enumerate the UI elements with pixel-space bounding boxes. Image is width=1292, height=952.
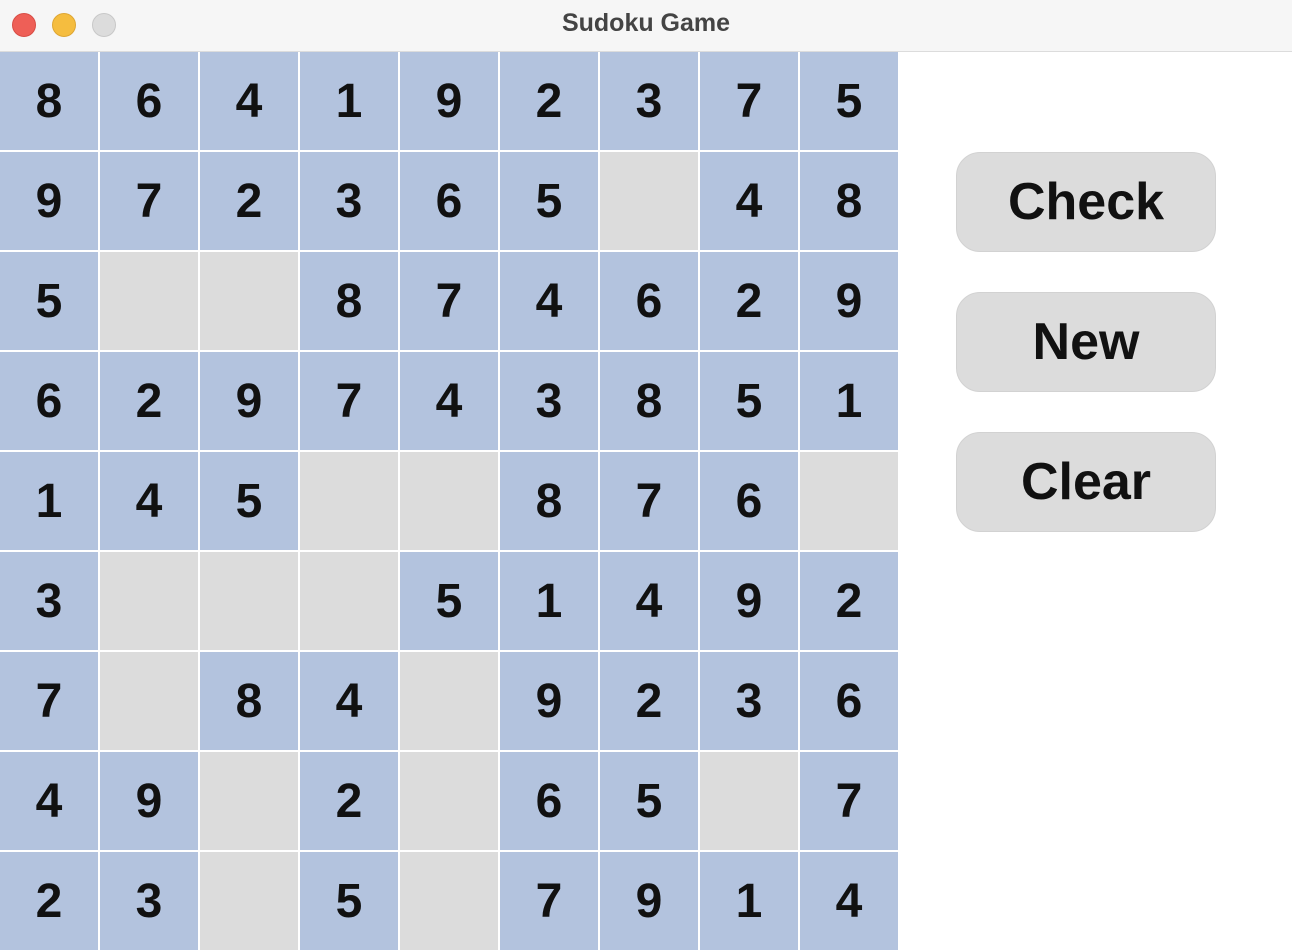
sudoku-cell-r4-c1[interactable]: 6	[0, 352, 98, 450]
sudoku-cell-r1-c4[interactable]: 1	[300, 52, 398, 150]
sudoku-cell-r4-c6[interactable]: 3	[500, 352, 598, 450]
sudoku-cell-r9-c3[interactable]	[200, 852, 298, 950]
sudoku-cell-r2-c6[interactable]: 5	[500, 152, 598, 250]
sudoku-cell-r2-c8[interactable]: 4	[700, 152, 798, 250]
sudoku-cell-r8-c2[interactable]: 9	[100, 752, 198, 850]
sudoku-cell-r5-c5[interactable]	[400, 452, 498, 550]
sudoku-cell-r5-c9[interactable]	[800, 452, 898, 550]
sudoku-cell-r3-c5[interactable]: 7	[400, 252, 498, 350]
sudoku-cell-r6-c9[interactable]: 2	[800, 552, 898, 650]
sudoku-cell-r2-c5[interactable]: 6	[400, 152, 498, 250]
sudoku-cell-r5-c1[interactable]: 1	[0, 452, 98, 550]
sudoku-cell-r9-c8[interactable]: 1	[700, 852, 798, 950]
sudoku-cell-r7-c6[interactable]: 9	[500, 652, 598, 750]
sudoku-cell-r7-c2[interactable]	[100, 652, 198, 750]
sudoku-cell-r7-c9[interactable]: 6	[800, 652, 898, 750]
sudoku-cell-r9-c6[interactable]: 7	[500, 852, 598, 950]
sudoku-cell-r3-c6[interactable]: 4	[500, 252, 598, 350]
sudoku-cell-r3-c9[interactable]: 9	[800, 252, 898, 350]
sudoku-cell-r7-c7[interactable]: 2	[600, 652, 698, 750]
sudoku-cell-r6-c4[interactable]	[300, 552, 398, 650]
sudoku-cell-r2-c3[interactable]: 2	[200, 152, 298, 250]
sudoku-cell-r7-c4[interactable]: 4	[300, 652, 398, 750]
sudoku-cell-r4-c9[interactable]: 1	[800, 352, 898, 450]
sudoku-cell-r4-c5[interactable]: 4	[400, 352, 498, 450]
sudoku-cell-r8-c5[interactable]	[400, 752, 498, 850]
sudoku-cell-r4-c8[interactable]: 5	[700, 352, 798, 450]
sudoku-cell-r1-c7[interactable]: 3	[600, 52, 698, 150]
sudoku-cell-r6-c7[interactable]: 4	[600, 552, 698, 650]
sudoku-cell-r1-c8[interactable]: 7	[700, 52, 798, 150]
sudoku-cell-r1-c5[interactable]: 9	[400, 52, 498, 150]
sudoku-cell-r3-c7[interactable]: 6	[600, 252, 698, 350]
sudoku-cell-r6-c6[interactable]: 1	[500, 552, 598, 650]
sudoku-cell-r5-c4[interactable]	[300, 452, 398, 550]
sudoku-cell-r7-c8[interactable]: 3	[700, 652, 798, 750]
sudoku-cell-r5-c7[interactable]: 7	[600, 452, 698, 550]
sudoku-cell-r6-c3[interactable]	[200, 552, 298, 650]
sudoku-cell-r1-c9[interactable]: 5	[800, 52, 898, 150]
window-title: Sudoku Game	[561, 9, 731, 37]
sudoku-cell-r9-c1[interactable]: 2	[0, 852, 98, 950]
sudoku-board: 8641923759723654858746296297438511458763…	[0, 52, 898, 952]
sudoku-cell-r8-c1[interactable]: 4	[0, 752, 98, 850]
sudoku-cell-r2-c7[interactable]	[600, 152, 698, 250]
sudoku-cell-r2-c2[interactable]: 7	[100, 152, 198, 250]
sudoku-cell-r6-c8[interactable]: 9	[700, 552, 798, 650]
sudoku-cell-r6-c5[interactable]: 5	[400, 552, 498, 650]
sudoku-cell-r1-c6[interactable]: 2	[500, 52, 598, 150]
sudoku-cell-r7-c1[interactable]: 7	[0, 652, 98, 750]
sudoku-cell-r1-c1[interactable]: 8	[0, 52, 98, 150]
sudoku-cell-r9-c4[interactable]: 5	[300, 852, 398, 950]
sudoku-cell-r4-c4[interactable]: 7	[300, 352, 398, 450]
sudoku-cell-r4-c3[interactable]: 9	[200, 352, 298, 450]
check-button[interactable]: Check	[956, 152, 1216, 252]
sudoku-cell-r8-c8[interactable]	[700, 752, 798, 850]
sudoku-cell-r2-c9[interactable]: 8	[800, 152, 898, 250]
sudoku-cell-r3-c8[interactable]: 2	[700, 252, 798, 350]
sudoku-cell-r6-c2[interactable]	[100, 552, 198, 650]
clear-button[interactable]: Clear	[956, 432, 1216, 532]
sudoku-cell-r8-c4[interactable]: 2	[300, 752, 398, 850]
sudoku-cell-r7-c5[interactable]	[400, 652, 498, 750]
sudoku-cell-r5-c2[interactable]: 4	[100, 452, 198, 550]
sudoku-cell-r5-c8[interactable]: 6	[700, 452, 798, 550]
sudoku-cell-r9-c9[interactable]: 4	[800, 852, 898, 950]
sudoku-cell-r1-c2[interactable]: 6	[100, 52, 198, 150]
sudoku-cell-r3-c3[interactable]	[200, 252, 298, 350]
sudoku-cell-r5-c3[interactable]: 5	[200, 452, 298, 550]
sudoku-cell-r9-c2[interactable]: 3	[100, 852, 198, 950]
sudoku-cell-r7-c3[interactable]: 8	[200, 652, 298, 750]
sudoku-cell-r4-c2[interactable]: 2	[100, 352, 198, 450]
title-bar: Sudoku Game	[0, 0, 1292, 52]
new-game-button[interactable]: New	[956, 292, 1216, 392]
sudoku-cell-r9-c7[interactable]: 9	[600, 852, 698, 950]
sudoku-cell-r3-c1[interactable]: 5	[0, 252, 98, 350]
sudoku-cell-r6-c1[interactable]: 3	[0, 552, 98, 650]
sudoku-cell-r2-c1[interactable]: 9	[0, 152, 98, 250]
app-window: Sudoku Game 8641923759723654858746296297…	[0, 0, 1292, 952]
sudoku-cell-r8-c3[interactable]	[200, 752, 298, 850]
sudoku-cell-r3-c2[interactable]	[100, 252, 198, 350]
sudoku-cell-r8-c9[interactable]: 7	[800, 752, 898, 850]
sudoku-cell-r3-c4[interactable]: 8	[300, 252, 398, 350]
sudoku-cell-r4-c7[interactable]: 8	[600, 352, 698, 450]
sudoku-cell-r8-c6[interactable]: 6	[500, 752, 598, 850]
sudoku-cell-r1-c3[interactable]: 4	[200, 52, 298, 150]
sudoku-cell-r8-c7[interactable]: 5	[600, 752, 698, 850]
control-panel: Check New Clear	[956, 152, 1216, 572]
sudoku-cell-r2-c4[interactable]: 3	[300, 152, 398, 250]
sudoku-cell-r5-c6[interactable]: 8	[500, 452, 598, 550]
sudoku-cell-r9-c5[interactable]	[400, 852, 498, 950]
